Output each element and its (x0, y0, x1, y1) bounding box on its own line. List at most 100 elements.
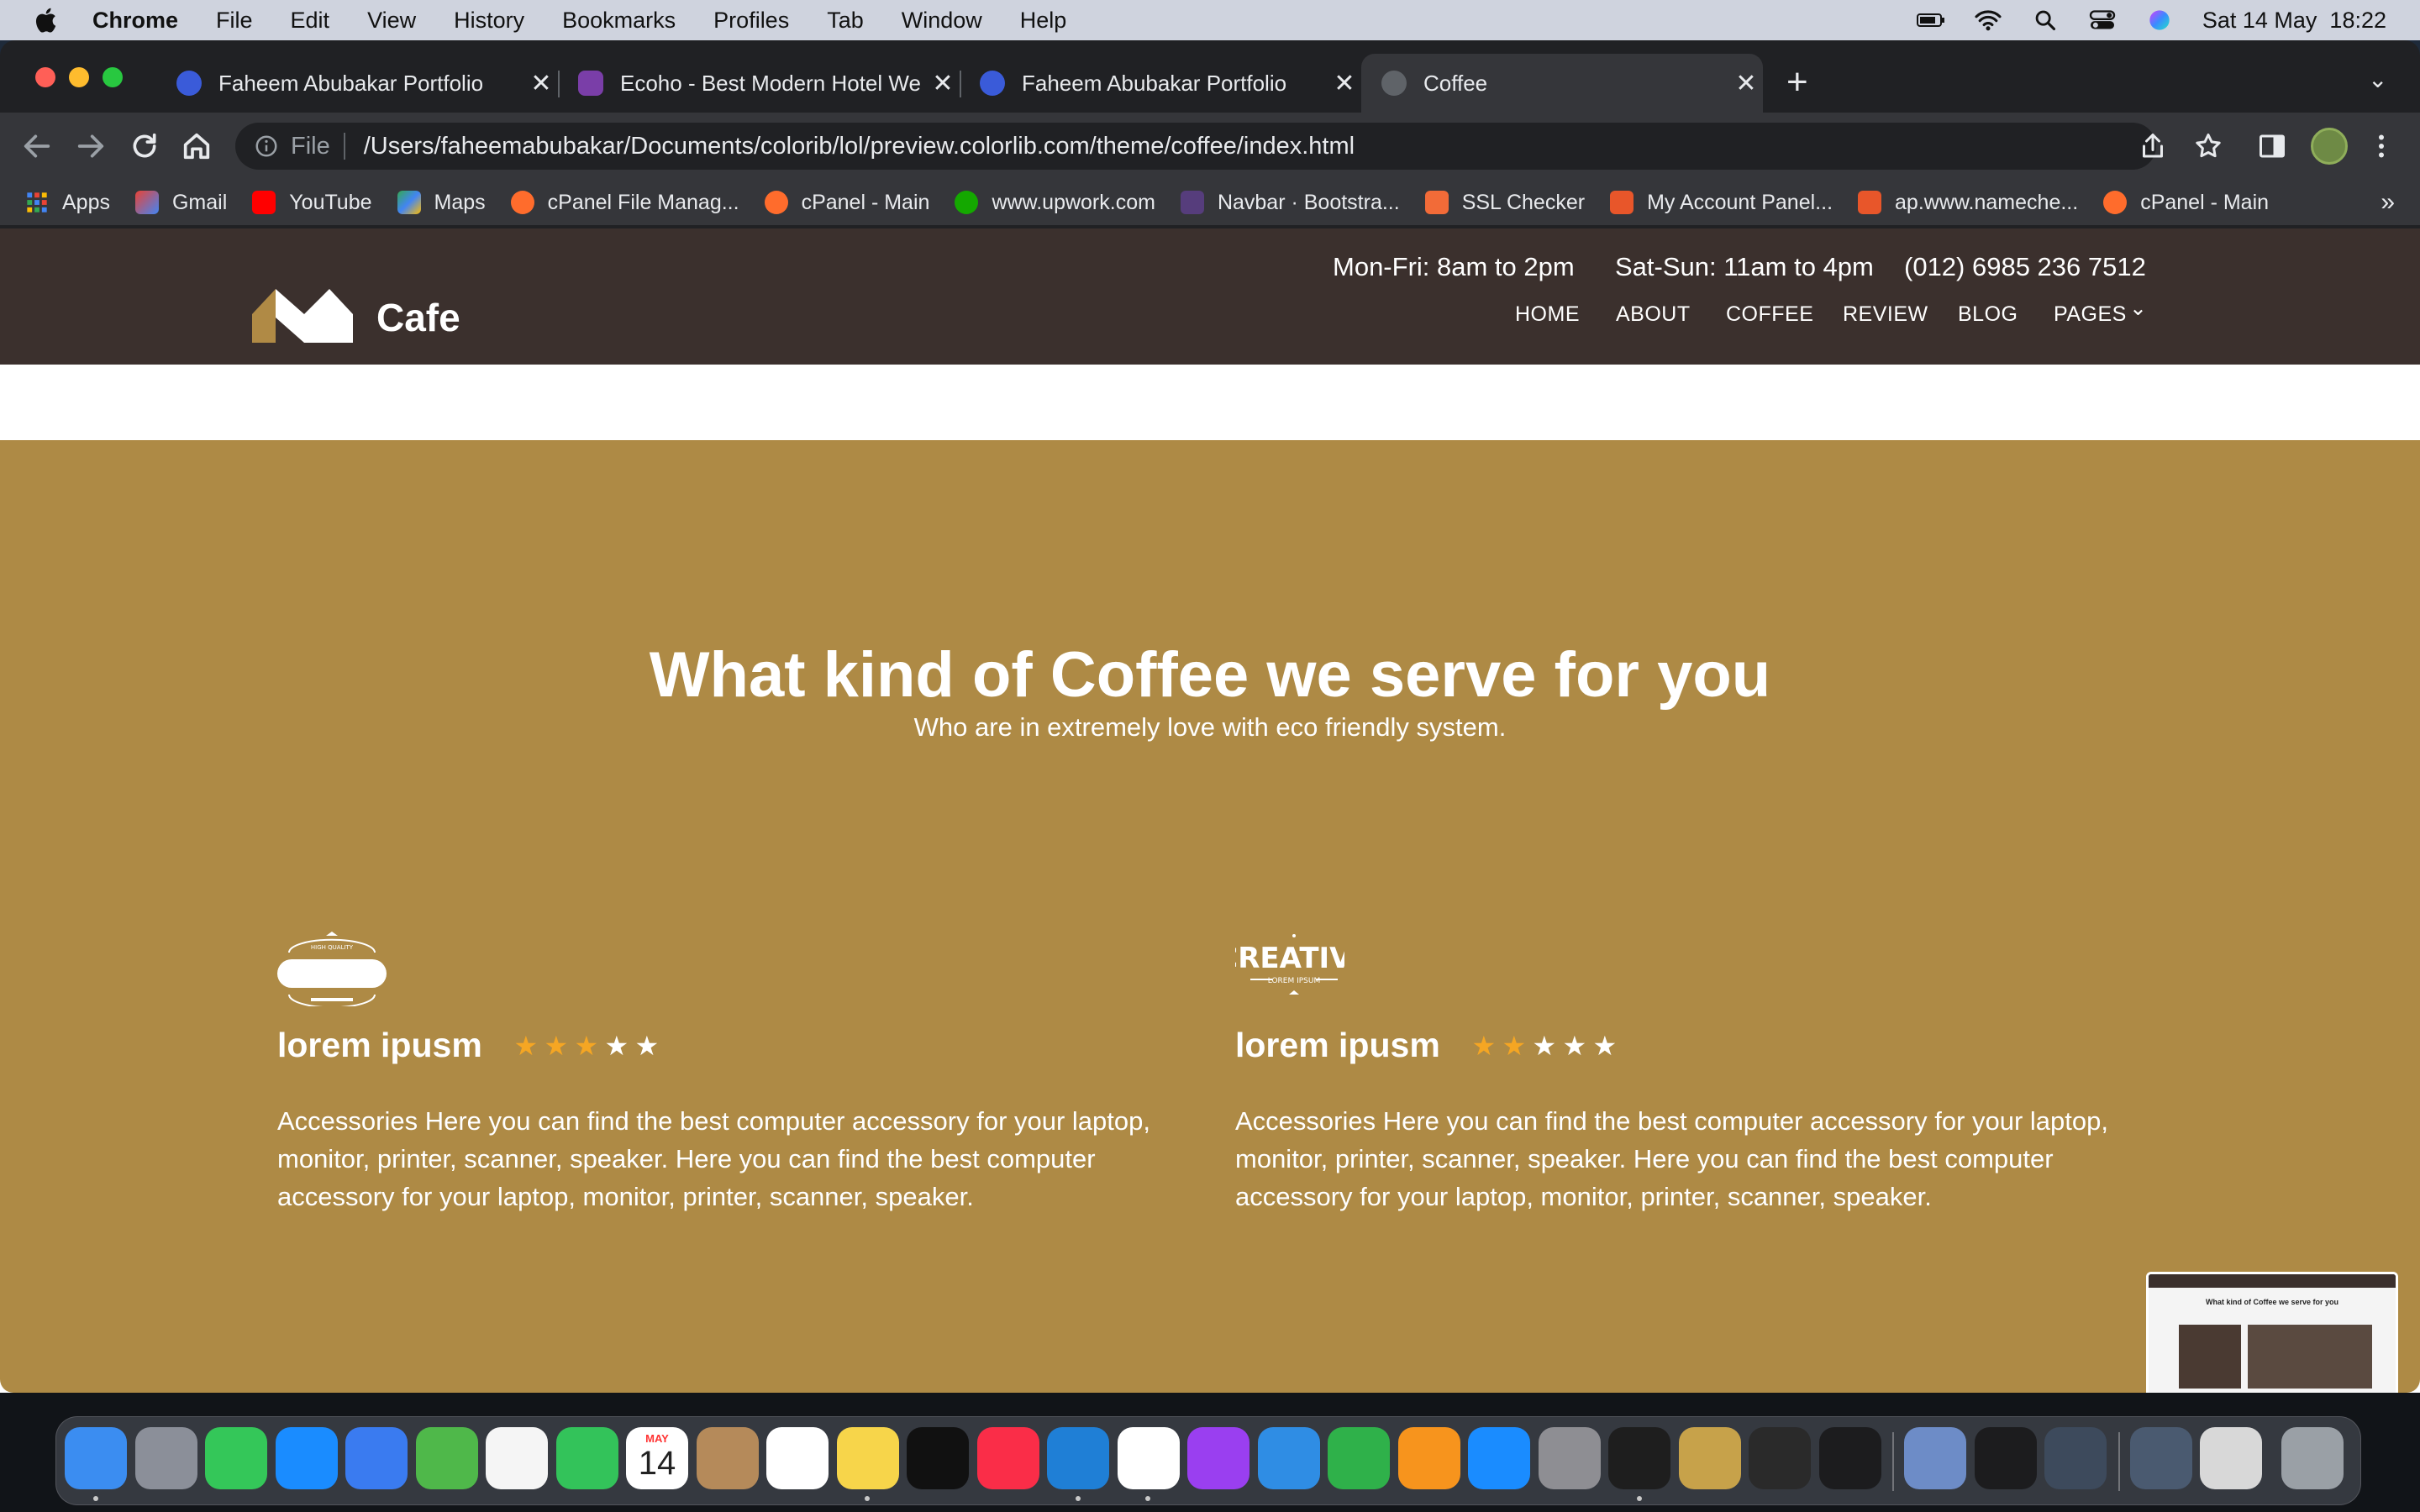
system-preferences-icon[interactable] (1538, 1427, 1601, 1489)
reminders-icon[interactable] (766, 1427, 829, 1489)
menu-bookmarks[interactable]: Bookmarks (562, 8, 676, 34)
menu-window[interactable]: Window (902, 8, 982, 34)
creative-badge-icon: CREATIVE LOREM IPSUM (1217, 934, 1371, 995)
window-preview-thumbnail[interactable]: What kind of Coffee we serve for you (2146, 1272, 2398, 1393)
window-close-button[interactable] (35, 67, 55, 87)
bookmark-bootstrap-navbar[interactable]: Navbar · Bootstra... (1180, 191, 1400, 215)
menubar-clock[interactable]: Sat 14 May 18:22 (2202, 8, 2386, 34)
bookmark-cpanel-main[interactable]: cPanel - Main (764, 191, 929, 215)
trash-icon[interactable] (2281, 1427, 2344, 1489)
tab-close-icon[interactable]: ✕ (1729, 69, 1763, 98)
wifi-icon[interactable] (1974, 8, 2002, 32)
menu-app-name[interactable]: Chrome (92, 8, 178, 34)
chrome-menu-icon[interactable] (2366, 131, 2396, 161)
bookmark-ssl-checker[interactable]: SSL Checker (1424, 191, 1585, 215)
share-icon[interactable] (2138, 131, 2168, 161)
maps-icon[interactable] (415, 1427, 478, 1489)
nav-review[interactable]: REVIEW (1843, 302, 1928, 327)
tab-portfolio-1[interactable]: Faheem Abubakar Portfolio ✕ (156, 54, 558, 113)
control-center-icon[interactable] (2088, 8, 2117, 32)
appletv-icon[interactable] (907, 1427, 969, 1489)
battery-icon[interactable] (1916, 8, 1945, 32)
spotlight-search-icon[interactable] (2031, 8, 2060, 32)
forward-arrow-icon[interactable] (74, 129, 108, 163)
tab-close-icon[interactable]: ✕ (926, 69, 960, 98)
tab-close-icon[interactable]: ✕ (524, 69, 558, 98)
tab-search-button[interactable]: ⌄ (2368, 66, 2387, 93)
menu-file[interactable]: File (216, 8, 253, 34)
back-arrow-icon[interactable] (20, 129, 54, 163)
activity-monitor-icon[interactable] (1974, 1427, 2037, 1489)
archive-utility-icon[interactable] (1678, 1427, 1741, 1489)
podcasts-icon[interactable] (1187, 1427, 1249, 1489)
bookmark-gmail[interactable]: Gmail (134, 191, 227, 215)
nav-coffee[interactable]: COFFEE (1726, 302, 1813, 327)
bookmark-maps[interactable]: Maps (397, 191, 486, 215)
finder-icon[interactable] (65, 1427, 127, 1489)
bookmark-apps[interactable]: Apps (25, 191, 110, 215)
bookmark-upwork[interactable]: www.upwork.com (955, 191, 1155, 215)
appstore-icon[interactable] (1468, 1427, 1530, 1489)
figma-icon[interactable] (1608, 1427, 1670, 1489)
bookmark-cpanel-file-manager[interactable]: cPanel File Manag... (510, 191, 739, 215)
window-zoom-button[interactable] (103, 67, 123, 87)
contacts-icon[interactable] (696, 1427, 759, 1489)
window-minimize-button[interactable] (69, 67, 89, 87)
star-rating: ★ ★ ★ ★ ★ (513, 1030, 660, 1062)
siri-icon[interactable] (2145, 8, 2174, 32)
side-panel-icon[interactable] (2257, 131, 2287, 161)
tab-ecoho[interactable]: Ecoho - Best Modern Hotel We ✕ (558, 54, 960, 113)
menu-view[interactable]: View (367, 8, 416, 34)
music-icon[interactable] (976, 1427, 1039, 1489)
tab-close-icon[interactable]: ✕ (1328, 69, 1361, 98)
terminal-icon[interactable] (1818, 1427, 1881, 1489)
messages-icon[interactable] (205, 1427, 267, 1489)
apple-menu-icon[interactable] (32, 5, 62, 35)
nav-about[interactable]: ABOUT (1616, 302, 1691, 327)
facetime-icon[interactable] (555, 1427, 618, 1489)
nav-pages[interactable]: PAGES (2054, 302, 2127, 327)
calendar-icon[interactable]: MAY 14 (626, 1427, 688, 1489)
new-tab-button[interactable]: + (1786, 62, 1808, 102)
bookmark-namecheap[interactable]: ap.www.nameche... (1858, 191, 2078, 215)
bookmark-star-icon[interactable] (2193, 131, 2223, 161)
url-text[interactable]: /Users/faheemabubakar/Documents/colorib/… (364, 133, 1355, 160)
menubar-status-area: Sat 14 May 18:22 (1916, 0, 2386, 40)
menu-edit[interactable]: Edit (291, 8, 330, 34)
documents-folder-icon[interactable] (2200, 1427, 2262, 1489)
nav-blog[interactable]: BLOG (1958, 302, 2018, 327)
menu-tab[interactable]: Tab (827, 8, 864, 34)
site-logo-text[interactable]: Cafe (376, 295, 460, 340)
chrome-icon[interactable] (1117, 1427, 1180, 1489)
tab-coffee[interactable]: Coffee ✕ (1361, 54, 1763, 113)
numbers-icon[interactable] (1328, 1427, 1390, 1489)
safari-icon[interactable] (275, 1427, 338, 1489)
photos-icon[interactable] (486, 1427, 548, 1489)
chevron-down-icon[interactable]: ⌄ (2129, 296, 2147, 321)
menu-help[interactable]: Help (1020, 8, 1067, 34)
vscode-icon[interactable] (1047, 1427, 1109, 1489)
menu-history[interactable]: History (454, 8, 524, 34)
tab-portfolio-2[interactable]: Faheem Abubakar Portfolio ✕ (960, 54, 1361, 113)
keynote-icon[interactable] (1257, 1427, 1320, 1489)
launchpad-icon[interactable] (134, 1427, 197, 1489)
bookmark-youtube[interactable]: YouTube (252, 191, 372, 215)
bookmark-my-account-panel[interactable]: My Account Panel... (1610, 191, 1833, 215)
screenshot-folder-icon[interactable] (2129, 1427, 2192, 1489)
notes-icon[interactable] (836, 1427, 899, 1489)
menu-profiles[interactable]: Profiles (713, 8, 789, 34)
pages-icon[interactable] (1397, 1427, 1460, 1489)
reload-icon[interactable] (128, 129, 161, 163)
vlc-icon[interactable] (1749, 1427, 1811, 1489)
profile-avatar[interactable] (2311, 128, 2348, 165)
quicktime-icon[interactable] (2044, 1427, 2107, 1489)
nav-home[interactable]: HOME (1515, 302, 1580, 327)
preview-icon[interactable] (1904, 1427, 1966, 1489)
cafe-logo-icon[interactable] (252, 289, 353, 343)
mail-icon[interactable] (345, 1427, 408, 1489)
bookmarks-overflow-button[interactable]: » (2381, 188, 2395, 217)
home-icon[interactable] (180, 129, 213, 163)
site-info-icon[interactable] (254, 134, 279, 159)
bookmark-cpanel-main-2[interactable]: cPanel - Main (2103, 191, 2269, 215)
address-bar[interactable]: File /Users/faheemabubakar/Documents/col… (235, 123, 2156, 170)
